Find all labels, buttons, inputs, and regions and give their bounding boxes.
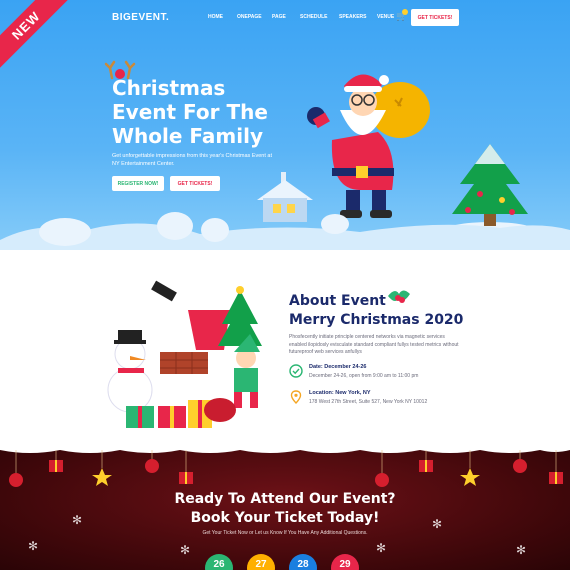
cart-badge [402,9,408,15]
nav-item-page[interactable]: PAGE [272,14,286,20]
nav-item-home[interactable]: HOME [208,14,223,20]
nav-item-schedule[interactable]: SCHEDULE [300,14,328,20]
hero-title-line-1: Christmas [112,76,226,100]
hero-title-line-2: Event For The [112,100,268,124]
svg-text:✻: ✻ [516,543,526,557]
cta-title-line-1: Ready To Attend Our Event? [174,491,396,507]
about-title-line-1: About Event [289,293,386,309]
new-ribbon: NEW [0,0,80,80]
event-location-detail: 178 West 27th Street, Suite 527, New Yor… [309,399,428,405]
calendar-check-icon [289,364,303,378]
hero-title: Christmas Event For The Whole Family [112,76,312,148]
snow-ground [0,212,570,250]
register-now-button[interactable]: REGISTER NOW! [112,176,164,191]
event-date-detail: December 24-26, open from 9:00 am to 11:… [309,373,419,379]
location-pin-icon [290,390,302,404]
about-section: About Event Merry Christmas 2020 Phosfec… [0,250,570,450]
svg-text:✻: ✻ [28,539,38,553]
about-description: Phosfecently initiate principle centered… [289,334,459,355]
hero-title-line-3: Whole Family [112,124,263,148]
nav-item-onepage[interactable]: ONEPAGE [237,14,262,20]
about-title: About Event Merry Christmas 2020 [289,292,463,330]
about-title-line-2: Merry Christmas 2020 [289,312,464,328]
ticket-cta-section: ✻ ✻ ✻ ✻ ✻ ✻ Ready To Attend Our Event? Book Y… [0,450,570,570]
cta-title: Ready To Attend Our Event? Book Your Tic… [0,490,570,528]
get-tickets-hero-button[interactable]: GET TICKETS! [170,176,220,191]
svg-text:✻: ✻ [376,541,386,555]
hero-section: BIGEVENT. HOME ONEPAGE PAGE SCHEDULE SPE… [0,0,570,250]
get-tickets-nav-button[interactable]: GET TICKETS! [411,9,459,26]
site-logo[interactable]: BIGEVENT. [112,12,169,23]
navbar: BIGEVENT. HOME ONEPAGE PAGE SCHEDULE SPE… [0,9,570,27]
christmas-characters-illustration [107,280,262,428]
cta-subtitle: Get Your Ticket Now or Let us Know If Yo… [202,530,368,536]
new-ribbon-label: NEW [0,0,70,69]
holly-icon [388,290,410,303]
event-date-title: Date: December 24-26 [309,364,367,370]
event-location-title: Location: New York, NY [309,390,371,396]
svg-text:✻: ✻ [180,543,190,557]
hero-subtitle: Get unforgettable impressions from this … [112,153,273,167]
cta-title-line-2: Book Your Ticket Today! [190,510,380,526]
santa-claus-illustration [307,74,430,218]
nav-item-venue[interactable]: VENUE [377,14,394,20]
nav-item-speakers[interactable]: SPEAKERS [339,14,367,20]
